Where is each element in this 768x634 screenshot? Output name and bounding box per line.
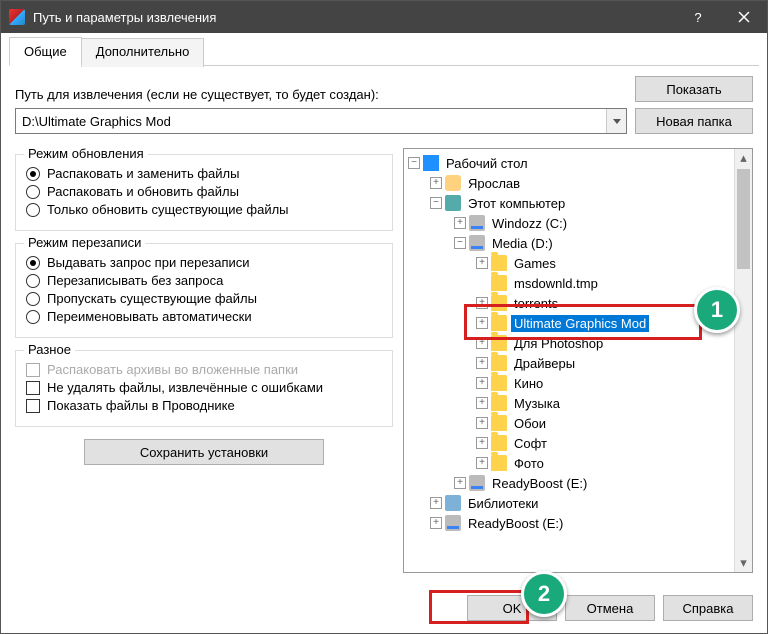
desktop-icon [423, 155, 439, 171]
tree-node-drivers[interactable]: +Драйверы [406, 353, 732, 373]
path-dropdown[interactable] [606, 109, 626, 133]
tree-node-soft[interactable]: +Софт [406, 433, 732, 453]
show-button[interactable]: Показать [635, 76, 753, 102]
folder-icon [491, 415, 507, 431]
group-misc-legend: Разное [24, 342, 75, 357]
tree-node-thispc[interactable]: −Этот компьютер [406, 193, 732, 213]
save-settings-button[interactable]: Сохранить установки [84, 439, 324, 465]
tree-node-user[interactable]: +Ярослав [406, 173, 732, 193]
folder-tree[interactable]: −Рабочий стол +Ярослав −Этот компьютер +… [403, 148, 753, 573]
folder-icon [491, 255, 507, 271]
newfolder-button[interactable]: Новая папка [635, 108, 753, 134]
tree-node-photoshop[interactable]: +Для Photoshop [406, 333, 732, 353]
ok-button[interactable]: OK [467, 595, 557, 621]
scroll-up-icon[interactable]: ▴ [735, 149, 752, 167]
tree-node-photo[interactable]: +Фото [406, 453, 732, 473]
radio-rename[interactable]: Переименовывать автоматически [26, 309, 382, 324]
path-combobox[interactable] [15, 108, 627, 134]
group-update: Режим обновления Распаковать и заменить … [15, 154, 393, 231]
tree-node-drive-c[interactable]: +Windozz (C:) [406, 213, 732, 233]
tree-node-drive-e2[interactable]: +ReadyBoost (E:) [406, 513, 732, 533]
titlebar: Путь и параметры извлечения ? [1, 1, 767, 33]
folder-icon [491, 315, 507, 331]
close-button[interactable] [721, 1, 767, 33]
help-footer-button[interactable]: Справка [663, 595, 753, 621]
group-overwrite-legend: Режим перезаписи [24, 235, 145, 250]
drive-icon [469, 235, 485, 251]
library-icon [445, 495, 461, 511]
scroll-thumb[interactable] [737, 169, 750, 269]
group-overwrite: Режим перезаписи Выдавать запрос при пер… [15, 243, 393, 338]
folder-icon [491, 375, 507, 391]
radio-extract-update[interactable]: Распаковать и обновить файлы [26, 184, 382, 199]
tree-node-kino[interactable]: +Кино [406, 373, 732, 393]
drive-icon [445, 515, 461, 531]
tree-node-drive-d[interactable]: −Media (D:) [406, 233, 732, 253]
tree-node-desktop[interactable]: −Рабочий стол [406, 153, 732, 173]
path-label: Путь для извлечения (если не существует,… [15, 87, 627, 102]
check-show-explorer[interactable]: Показать файлы в Проводнике [26, 398, 382, 413]
tree-node-music[interactable]: +Музыка [406, 393, 732, 413]
tree-scrollbar[interactable]: ▴ ▾ [734, 149, 752, 572]
folder-icon [491, 335, 507, 351]
folder-icon [491, 455, 507, 471]
pc-icon [445, 195, 461, 211]
help-button[interactable]: ? [675, 1, 721, 33]
tab-general[interactable]: Общие [9, 37, 82, 66]
group-misc: Разное Распаковать архивы во вложенные п… [15, 350, 393, 427]
folder-icon [491, 355, 507, 371]
folder-icon [491, 395, 507, 411]
user-icon [445, 175, 461, 191]
tree-node-torrents[interactable]: +torrents [406, 293, 732, 313]
scroll-down-icon[interactable]: ▾ [735, 554, 752, 572]
app-icon [9, 9, 25, 25]
drive-icon [469, 475, 485, 491]
tree-node-oboi[interactable]: +Обои [406, 413, 732, 433]
radio-update-only[interactable]: Только обновить существующие файлы [26, 202, 382, 217]
tree-node-ugm[interactable]: +Ultimate Graphics Mod [406, 313, 732, 333]
radio-noask[interactable]: Перезаписывать без запроса [26, 273, 382, 288]
tabs: Общие Дополнительно [9, 36, 759, 66]
folder-icon [491, 295, 507, 311]
tab-advanced[interactable]: Дополнительно [81, 38, 205, 67]
folder-icon [491, 435, 507, 451]
check-keep-broken[interactable]: Не удалять файлы, извлечённые с ошибками [26, 380, 382, 395]
cancel-button[interactable]: Отмена [565, 595, 655, 621]
tree-node-drive-e1[interactable]: +ReadyBoost (E:) [406, 473, 732, 493]
folder-icon [491, 275, 507, 291]
check-subfolders: Распаковать архивы во вложенные папки [26, 362, 382, 377]
close-icon [738, 11, 750, 23]
radio-extract-replace[interactable]: Распаковать и заменить файлы [26, 166, 382, 181]
chevron-down-icon [613, 119, 621, 124]
group-update-legend: Режим обновления [24, 146, 148, 161]
tree-node-msdownld[interactable]: msdownld.tmp [406, 273, 732, 293]
tree-node-libraries[interactable]: +Библиотеки [406, 493, 732, 513]
window-title: Путь и параметры извлечения [33, 10, 675, 25]
path-input[interactable] [16, 109, 606, 133]
radio-skip[interactable]: Пропускать существующие файлы [26, 291, 382, 306]
tree-node-games[interactable]: +Games [406, 253, 732, 273]
radio-ask[interactable]: Выдавать запрос при перезаписи [26, 255, 382, 270]
drive-icon [469, 215, 485, 231]
